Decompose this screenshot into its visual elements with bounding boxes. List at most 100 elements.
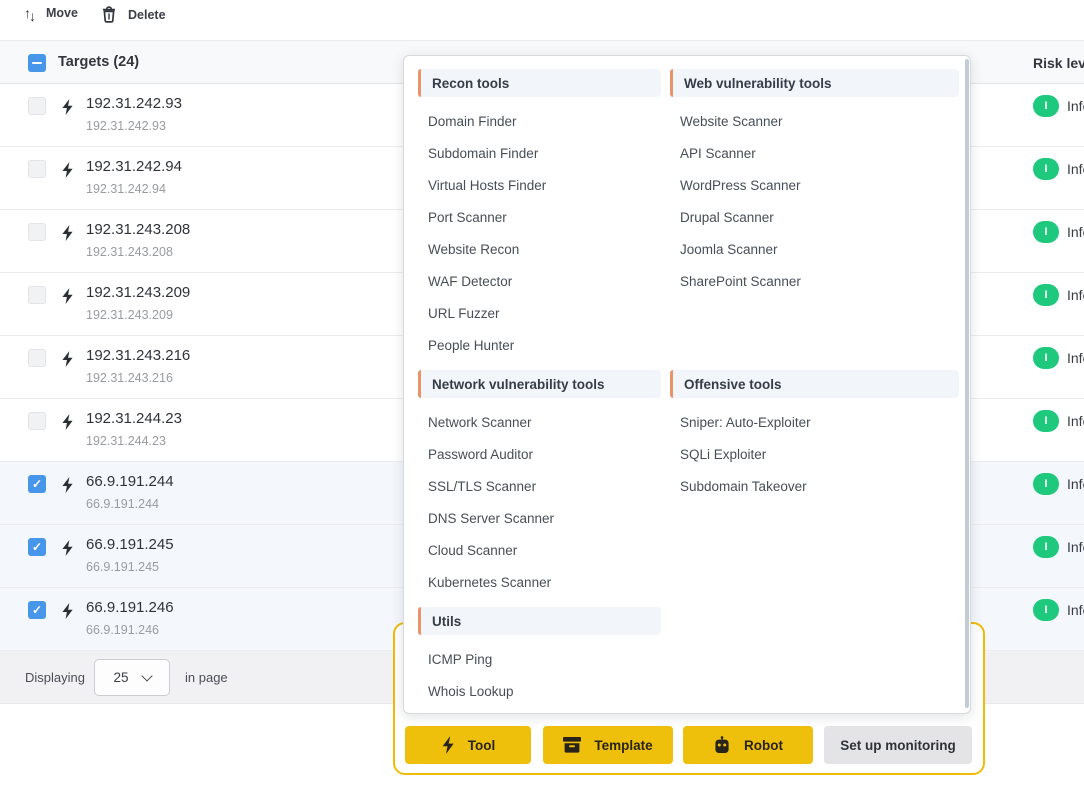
- tool-menu-item[interactable]: People Hunter: [418, 329, 661, 361]
- targets-screen: ↑↓ Move Delete Targets (24) Risk level 1…: [0, 0, 1084, 791]
- target-name[interactable]: 192.31.243.208: [86, 220, 190, 240]
- trash-icon: [102, 6, 116, 23]
- tools-section-header: Recon tools: [418, 69, 661, 97]
- lightning-icon: [441, 736, 455, 754]
- tool-menu-item[interactable]: Kubernetes Scanner: [418, 566, 661, 598]
- target-name[interactable]: 192.31.243.216: [86, 346, 190, 366]
- lightning-icon: [61, 225, 74, 241]
- risk-level-cell: IInfo: [1033, 221, 1084, 243]
- risk-badge: I: [1033, 536, 1059, 558]
- tool-menu-item[interactable]: SQLi Exploiter: [670, 438, 959, 470]
- risk-label: Info: [1067, 413, 1084, 429]
- move-button[interactable]: ↑↓ Move: [18, 2, 84, 24]
- row-checkbox[interactable]: ✓: [28, 601, 46, 619]
- set-up-monitoring-button[interactable]: Set up monitoring: [824, 726, 972, 764]
- tool-menu-item[interactable]: SSL/TLS Scanner: [418, 470, 661, 502]
- tool-menu-item[interactable]: URL Fuzzer: [418, 297, 661, 329]
- target-name[interactable]: 66.9.191.245: [86, 535, 174, 555]
- risk-label: Info: [1067, 287, 1084, 303]
- target-name[interactable]: 66.9.191.244: [86, 472, 174, 492]
- tools-section-header: Offensive tools: [670, 370, 959, 398]
- target-name[interactable]: 66.9.191.246: [86, 598, 174, 618]
- tool-menu-item[interactable]: Whois Lookup: [418, 675, 661, 707]
- target-name[interactable]: 192.31.242.94: [86, 157, 182, 177]
- row-checkbox[interactable]: ✓: [28, 475, 46, 493]
- risk-label: Info: [1067, 224, 1084, 240]
- target-description: 192.31.244.23: [86, 433, 182, 449]
- target-info: 192.31.242.93192.31.242.93: [86, 94, 182, 134]
- row-checkbox[interactable]: [28, 160, 46, 178]
- move-arrows-icon: ↑↓: [24, 6, 34, 20]
- row-checkbox[interactable]: [28, 223, 46, 241]
- robot-button-label: Robot: [744, 738, 783, 753]
- tool-menu-item[interactable]: Network Scanner: [418, 406, 661, 438]
- row-checkbox[interactable]: [28, 286, 46, 304]
- tool-menu-item[interactable]: ICMP Ping: [418, 643, 661, 675]
- tool-menu-item[interactable]: Domain Finder: [418, 105, 661, 137]
- select-all-checkbox[interactable]: [28, 54, 46, 72]
- tool-menu-item[interactable]: Drupal Scanner: [670, 201, 959, 233]
- risk-level-cell: IInfo: [1033, 599, 1084, 621]
- risk-badge: I: [1033, 347, 1059, 369]
- lightning-icon: [61, 351, 74, 367]
- risk-level-cell: I Info: [1033, 347, 1084, 369]
- tools-menu-section: Web vulnerability toolsWebsite ScannerAP…: [670, 69, 959, 361]
- template-button-label: Template: [594, 738, 652, 753]
- lightning-icon: [61, 288, 74, 304]
- target-description: 192.31.243.208: [86, 244, 190, 260]
- tool-menu-item[interactable]: WAF Detector: [418, 265, 661, 297]
- tools-menu-section: Recon tools Domain FinderSubdomain Finder…: [418, 69, 661, 361]
- template-button[interactable]: Template: [543, 726, 673, 764]
- tool-menu-item[interactable]: DNS Server Scanner: [418, 502, 661, 534]
- lightning-icon: [61, 162, 74, 178]
- risk-level-cell: I Info: [1033, 536, 1084, 558]
- target-description: 66.9.191.245: [86, 559, 174, 575]
- tool-menu-item[interactable]: API Scanner: [670, 137, 959, 169]
- tool-menu-item[interactable]: Subdomain Takeover: [670, 470, 959, 502]
- tool-menu-item[interactable]: Password Auditor: [418, 438, 661, 470]
- tool-menu-item[interactable]: Website Recon: [418, 233, 661, 265]
- risk-label: Info: [1067, 476, 1084, 492]
- risk-level-cell: IInfo: [1033, 95, 1084, 117]
- risk-label: Info: [1067, 539, 1084, 555]
- target-info: 192.31.243.216 192.31.243.216: [86, 346, 190, 386]
- tool-button[interactable]: Tool: [405, 726, 531, 764]
- risk-label: Info: [1067, 161, 1084, 177]
- target-info: 66.9.191.246 66.9.191.246: [86, 598, 174, 638]
- risk-badge: I: [1033, 473, 1059, 495]
- target-info: 192.31.243.208 192.31.243.208: [86, 220, 190, 260]
- tool-menu-item[interactable]: Sniper: Auto-Exploiter: [670, 406, 959, 438]
- target-info: 66.9.191.245 66.9.191.245: [86, 535, 174, 575]
- row-checkbox[interactable]: [28, 412, 46, 430]
- target-name[interactable]: 192.31.242.93: [86, 94, 182, 114]
- tool-menu-item[interactable]: Joomla Scanner: [670, 233, 959, 265]
- page-size-select[interactable]: 25: [94, 659, 170, 696]
- lightning-icon: [61, 603, 74, 619]
- popup-scrollbar[interactable]: [965, 59, 969, 708]
- tool-menu-item[interactable]: SharePoint Scanner: [670, 265, 959, 297]
- tool-menu-item[interactable]: Virtual Hosts Finder: [418, 169, 661, 201]
- tool-menu-item[interactable]: Website Scanner: [670, 105, 959, 137]
- risk-level-cell: IInfo: [1033, 158, 1084, 180]
- target-info: 66.9.191.24466.9.191.244: [86, 472, 174, 512]
- tool-menu-item[interactable]: WordPress Scanner: [670, 169, 959, 201]
- tools-menu-section: Offensive tools Sniper: Auto-ExploiterSQL…: [670, 370, 959, 598]
- risk-level-cell: IInfo: [1033, 284, 1084, 306]
- target-name[interactable]: 192.31.244.23: [86, 409, 182, 429]
- target-name[interactable]: 192.31.243.209: [86, 283, 190, 303]
- risk-label: Info: [1067, 350, 1084, 366]
- robot-button[interactable]: Robot: [683, 726, 813, 764]
- risk-level-cell: I Info: [1033, 473, 1084, 495]
- tool-menu-item[interactable]: Port Scanner: [418, 201, 661, 233]
- tool-menu-item[interactable]: Cloud Scanner: [418, 534, 661, 566]
- move-button-label: Move: [46, 6, 78, 20]
- target-description: 192.31.243.216: [86, 370, 190, 386]
- target-description: 66.9.191.246: [86, 622, 174, 638]
- delete-button[interactable]: Delete: [96, 2, 172, 27]
- row-checkbox[interactable]: ✓: [28, 538, 46, 556]
- row-checkbox[interactable]: [28, 97, 46, 115]
- tool-menu-item[interactable]: Subdomain Finder: [418, 137, 661, 169]
- row-checkbox[interactable]: [28, 349, 46, 367]
- target-description: 192.31.242.94: [86, 181, 182, 197]
- tool-button-label: Tool: [468, 738, 496, 753]
